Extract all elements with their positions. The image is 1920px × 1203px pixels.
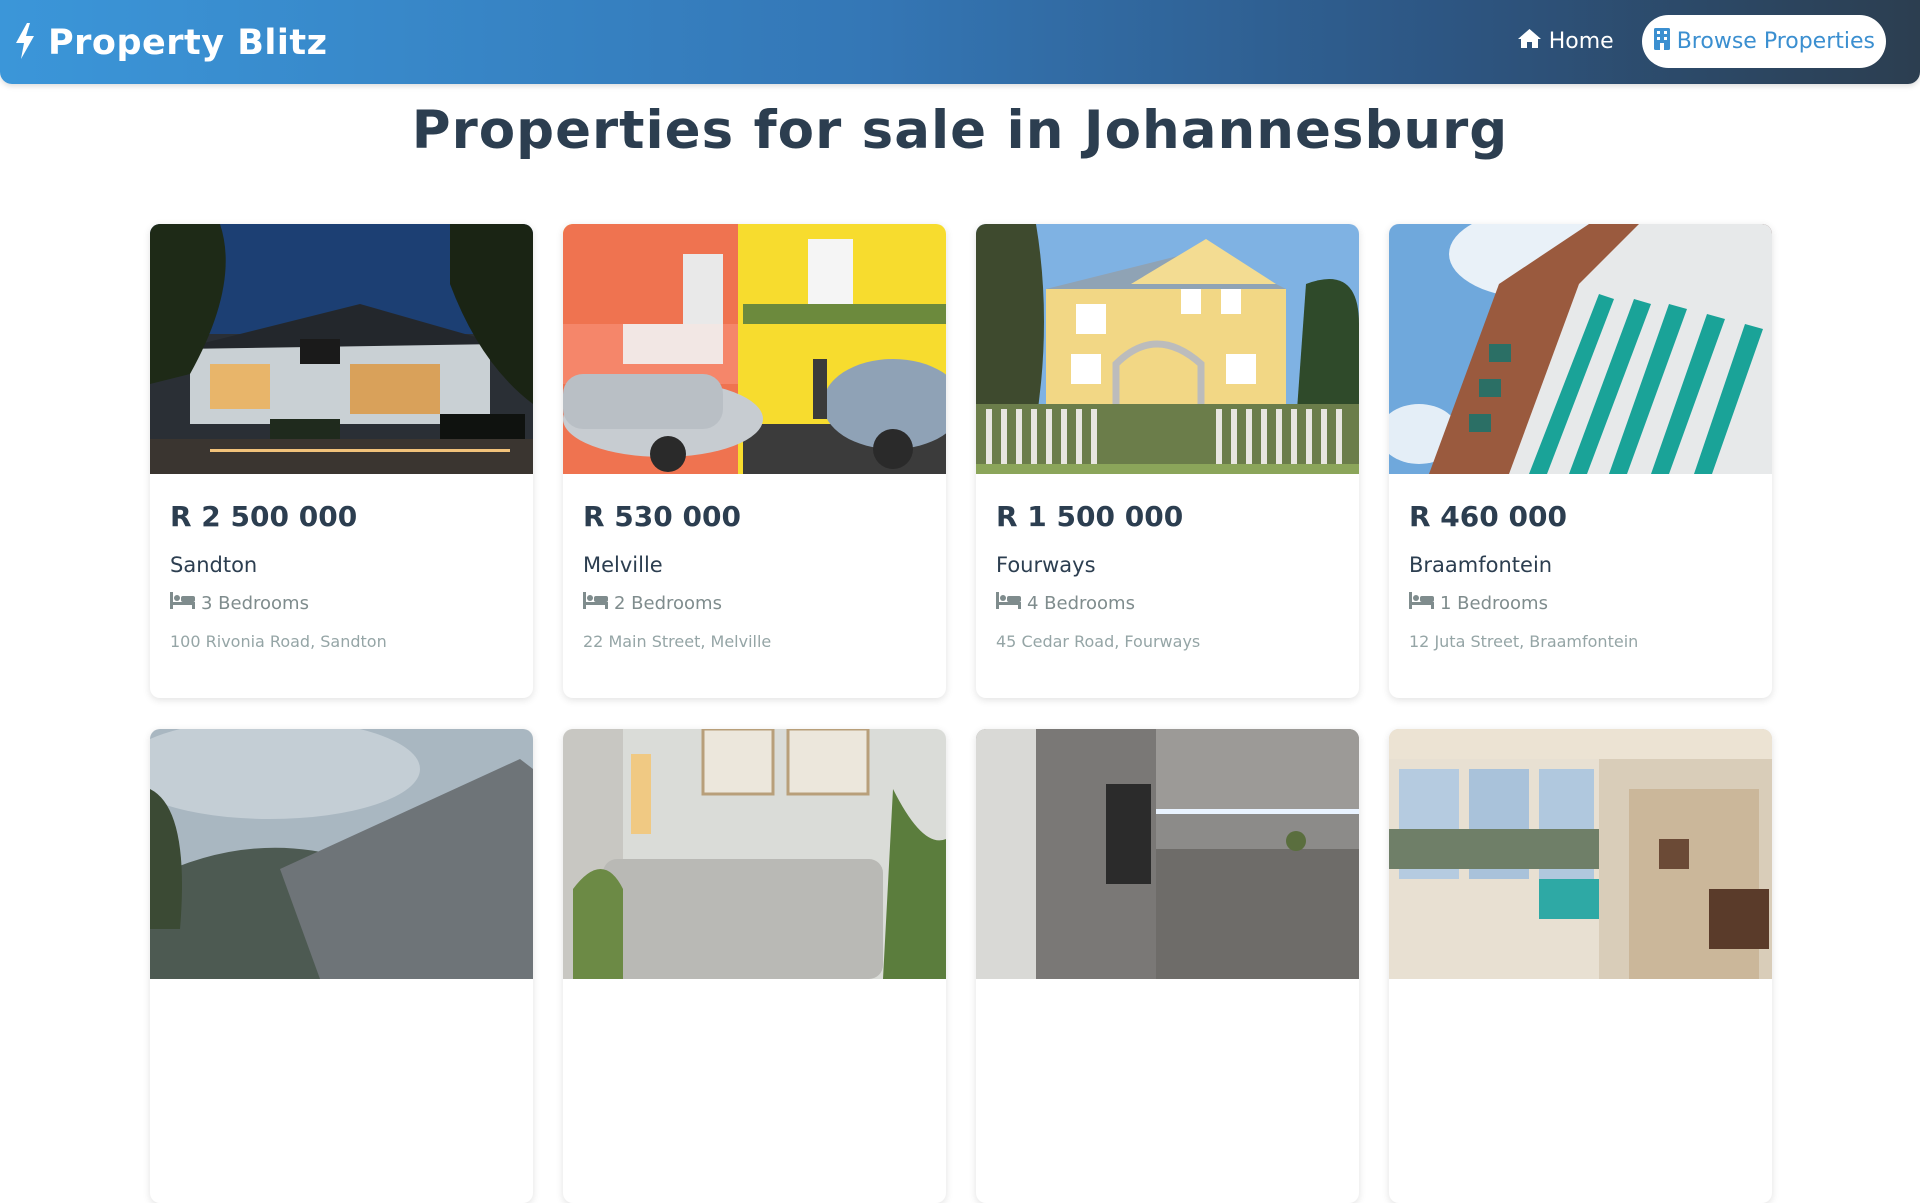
- property-photo: [150, 729, 533, 979]
- listing-suburb: Sandton: [170, 553, 258, 577]
- listing-card[interactable]: [563, 729, 946, 1203]
- listing-bedrooms: 1 Bedrooms: [1409, 592, 1752, 614]
- bedrooms-text: 2 Bedrooms: [614, 592, 722, 614]
- property-photo: [976, 729, 1359, 979]
- nav-links: Home Browse Properties: [1505, 15, 1886, 68]
- nav-home-label: Home: [1548, 29, 1614, 54]
- brand-name: Property Blitz: [48, 23, 328, 63]
- listing-card[interactable]: R 460 000 Braamfontein 1 Bedrooms 12 Jut…: [1389, 224, 1772, 698]
- listing-card[interactable]: [1389, 729, 1772, 1203]
- listing-bedrooms: 3 Bedrooms: [170, 592, 513, 614]
- property-photo: [1389, 729, 1772, 979]
- listing-card[interactable]: [976, 729, 1359, 1203]
- bed-icon: [583, 592, 614, 614]
- listing-address: 100 Rivonia Road, Sandton: [170, 632, 387, 651]
- bolt-icon: [14, 23, 36, 63]
- building-icon: [1653, 27, 1677, 56]
- listing-address: 22 Main Street, Melville: [583, 632, 772, 651]
- property-photo: [150, 224, 533, 474]
- nav-browse-link[interactable]: Browse Properties: [1641, 15, 1886, 68]
- page-title: Properties for sale in Johannesburg: [411, 100, 1509, 161]
- bedrooms-text: 3 Bedrooms: [201, 592, 309, 614]
- listing-address: 12 Juta Street, Braamfontein: [1409, 632, 1639, 651]
- nav-home-link[interactable]: Home: [1505, 15, 1626, 68]
- listing-suburb: Melville: [583, 553, 663, 577]
- nav-browse-label: Browse Properties: [1676, 29, 1875, 54]
- listing-address: 45 Cedar Road, Fourways: [996, 632, 1201, 651]
- bed-icon: [170, 592, 201, 614]
- property-photo: [563, 729, 946, 979]
- listing-bedrooms: 2 Bedrooms: [583, 592, 926, 614]
- bedrooms-text: 1 Bedrooms: [1440, 592, 1548, 614]
- bed-icon: [1409, 592, 1440, 614]
- listing-price: R 460 000: [1409, 500, 1567, 533]
- bedrooms-text: 4 Bedrooms: [1027, 592, 1135, 614]
- home-icon: [1517, 28, 1549, 55]
- listing-suburb: Braamfontein: [1409, 553, 1553, 577]
- listing-price: R 530 000: [583, 500, 741, 533]
- property-photo: [976, 224, 1359, 474]
- brand-link[interactable]: Property Blitz: [14, 20, 328, 66]
- property-photo: [563, 224, 946, 474]
- listing-suburb: Fourways: [996, 553, 1096, 577]
- bed-icon: [996, 592, 1027, 614]
- navbar: Property Blitz Home Browse Properties: [0, 0, 1920, 84]
- listing-card[interactable]: R 1 500 000 Fourways 4 Bedrooms 45 Cedar…: [976, 224, 1359, 698]
- listing-bedrooms: 4 Bedrooms: [996, 592, 1339, 614]
- listing-card[interactable]: R 2 500 000 Sandton 3 Bedrooms 100 Rivon…: [150, 224, 533, 698]
- listing-price: R 2 500 000: [170, 500, 358, 533]
- listing-card[interactable]: R 530 000 Melville 2 Bedrooms 22 Main St…: [563, 224, 946, 698]
- listing-card[interactable]: [150, 729, 533, 1203]
- listing-price: R 1 500 000: [996, 500, 1184, 533]
- property-photo: [1389, 224, 1772, 474]
